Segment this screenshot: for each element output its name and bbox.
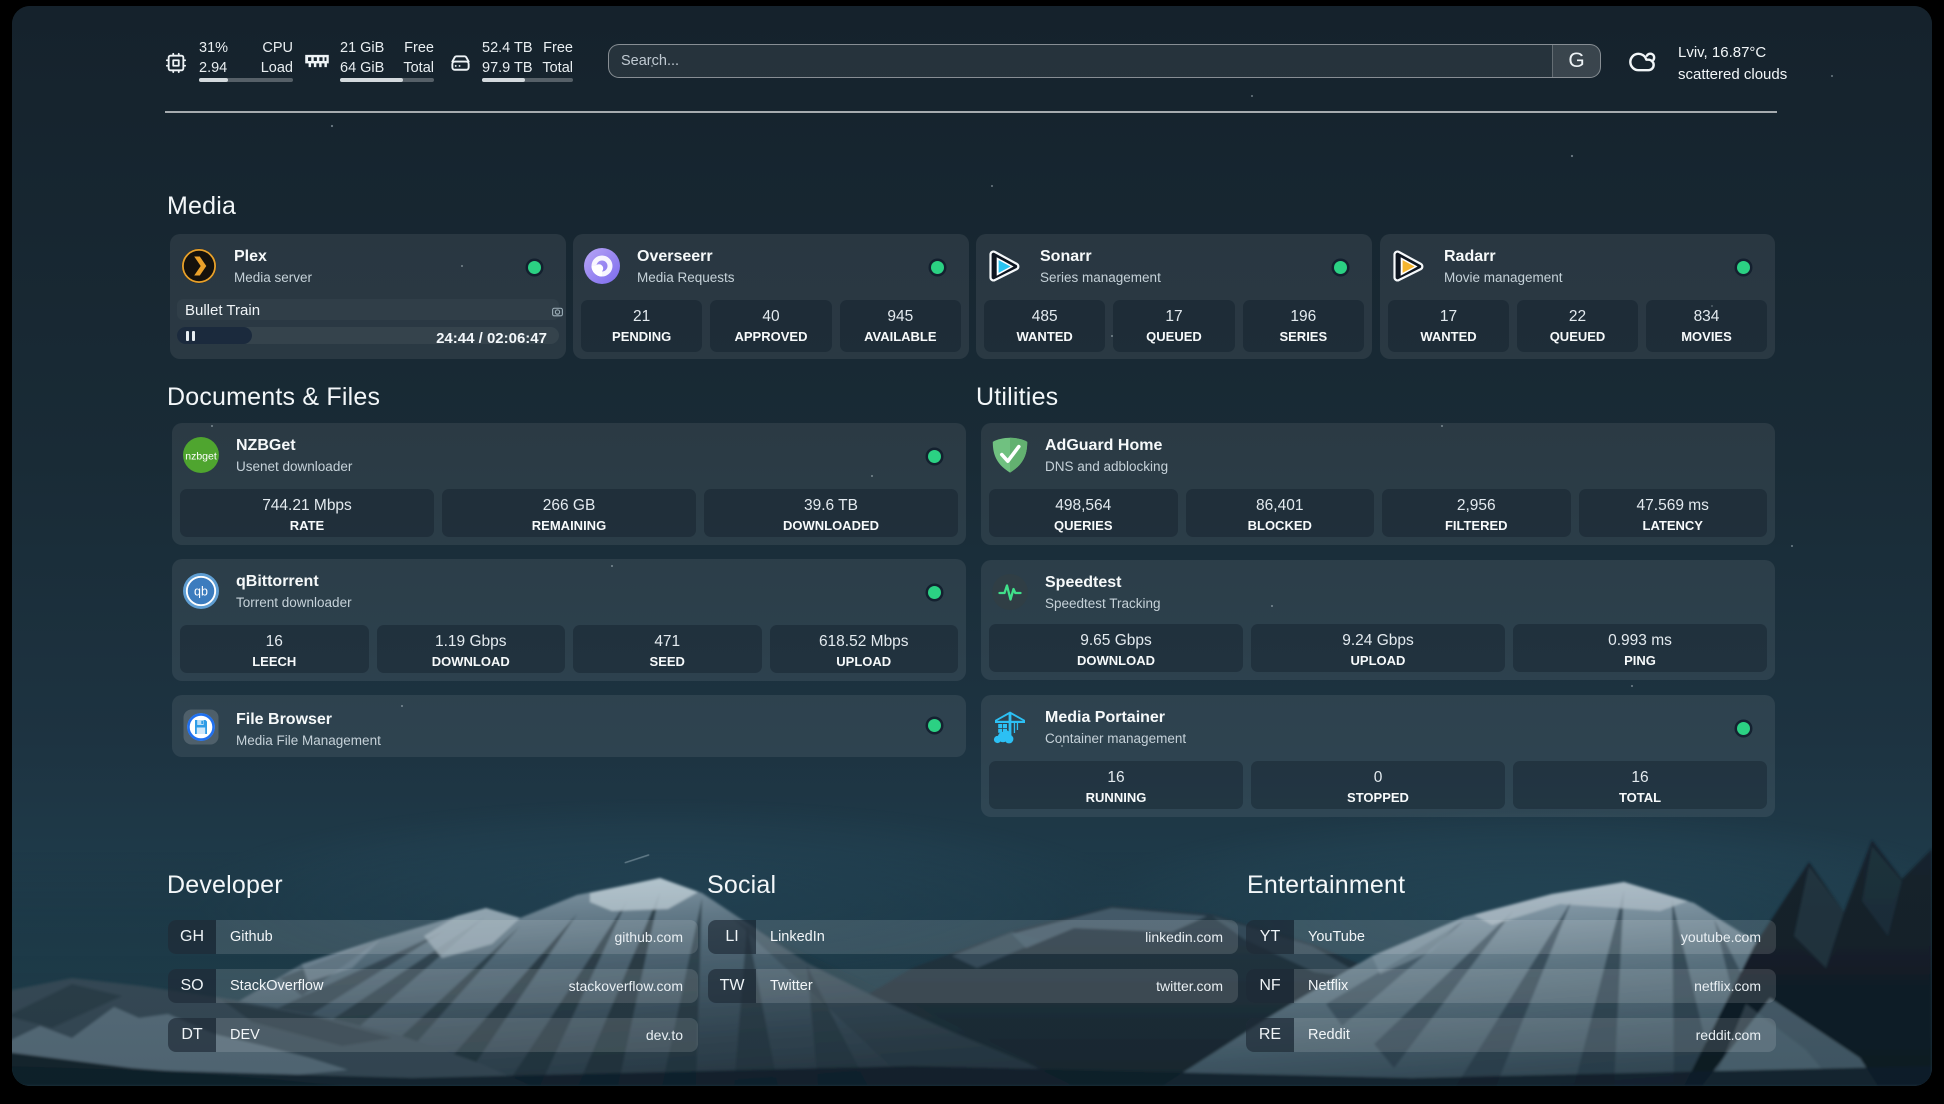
svg-text:nzbget: nzbget	[185, 451, 217, 463]
svg-text:qb: qb	[194, 585, 208, 599]
